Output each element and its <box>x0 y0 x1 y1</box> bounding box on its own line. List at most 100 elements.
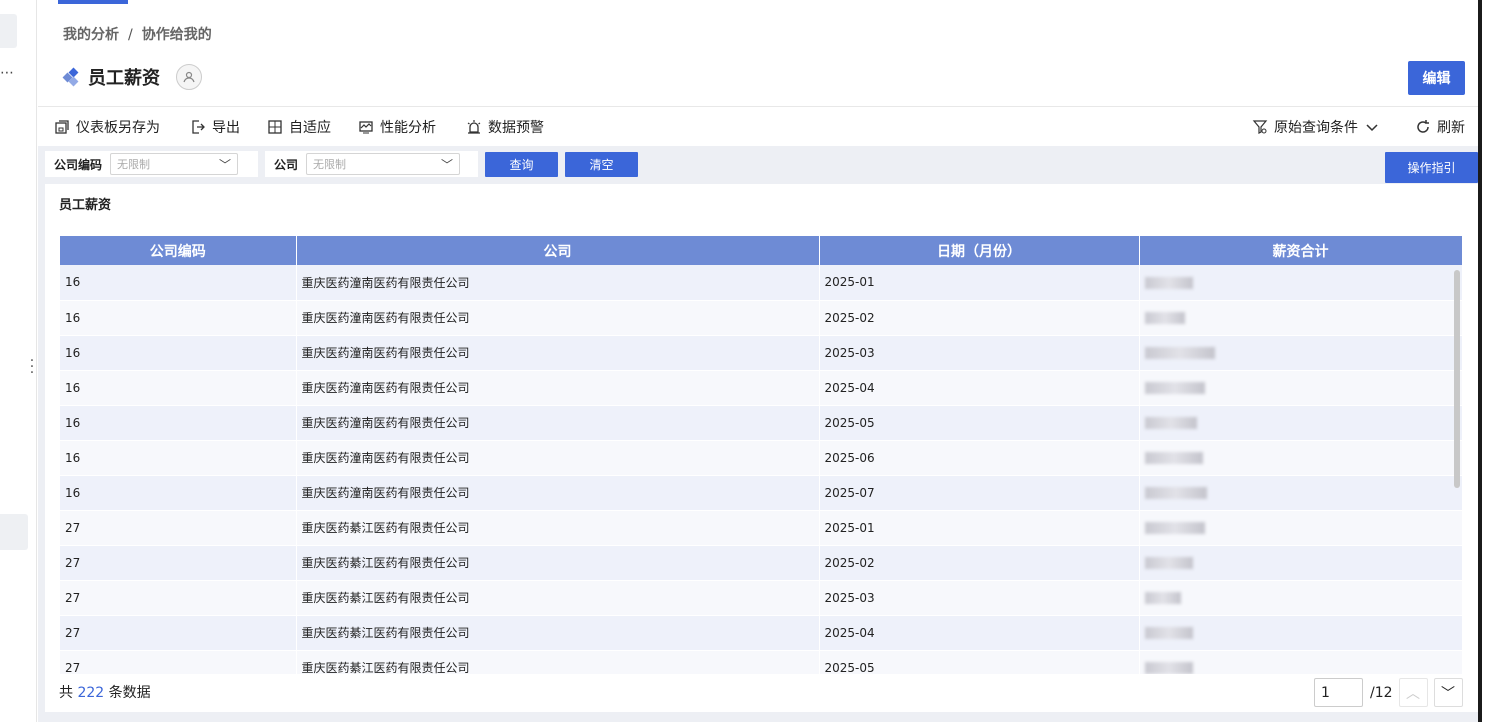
redacted-value <box>1144 592 1181 604</box>
salary-cell-redacted <box>1139 580 1462 616</box>
select-placeholder: 无限制 <box>117 158 151 171</box>
table-cell: 重庆医药潼南医药有限责任公司 <box>296 440 820 476</box>
column-header[interactable]: 薪资合计 <box>1139 236 1462 265</box>
chevron-down-icon: ﹀ <box>1441 685 1456 702</box>
table-cell: 27 <box>60 510 297 546</box>
page-total: /12 <box>1370 684 1393 701</box>
company-select[interactable]: 无限制 ﹀ <box>306 153 461 175</box>
guide-button[interactable]: 操作指引 <box>1385 152 1478 183</box>
query-conditions-label: 原始查询条件 <box>1274 120 1358 136</box>
table-row[interactable]: 27 重庆医药綦江医药有限责任公司 2025-03 <box>60 580 1462 616</box>
redacted-value <box>1144 452 1203 464</box>
count-prefix: 共 <box>59 685 73 701</box>
query-button[interactable]: 查询 <box>485 152 558 177</box>
table-header-row: 公司编码 公司 日期（月份） 薪资合计 <box>60 236 1462 265</box>
left-sidebar: ⋯ · · · <box>0 0 37 722</box>
save-as-icon <box>54 119 70 135</box>
adaptive-icon <box>267 119 283 135</box>
alert-icon <box>466 119 482 135</box>
card-title: 员工薪资 <box>59 198 112 213</box>
table-cell: 重庆医药綦江医药有限责任公司 <box>296 510 820 546</box>
salary-cell-redacted <box>1139 370 1462 406</box>
breadcrumb-parent[interactable]: 我的分析 <box>63 27 119 43</box>
table-cell: 重庆医药綦江医药有限责任公司 <box>296 615 820 651</box>
table-cell: 27 <box>60 650 297 674</box>
edit-button[interactable]: 编辑 <box>1408 61 1465 95</box>
table-row[interactable]: 16 重庆医药潼南医药有限责任公司 2025-03 <box>60 335 1462 371</box>
table-scrollbar[interactable] <box>1454 270 1460 488</box>
chevron-down-icon: ﹀ <box>219 157 232 172</box>
table-row[interactable]: 27 重庆医药綦江医药有限责任公司 2025-05 <box>60 650 1462 674</box>
table-cell: 16 <box>60 370 297 406</box>
page-input[interactable]: 1 <box>1314 678 1363 707</box>
performance-button[interactable]: 性能分析 <box>358 117 436 137</box>
table-cell: 16 <box>60 405 297 441</box>
column-header[interactable]: 日期（月份） <box>819 236 1140 265</box>
refresh-icon <box>1415 119 1431 135</box>
filter-label: 公司 <box>274 157 299 172</box>
table-cell: 重庆医药潼南医药有限责任公司 <box>296 405 820 441</box>
redacted-value <box>1144 557 1193 569</box>
redacted-value <box>1144 347 1215 359</box>
table-row[interactable]: 27 重庆医药綦江医药有限责任公司 2025-04 <box>60 615 1462 651</box>
active-tab-indicator <box>58 0 128 4</box>
alert-label: 数据预警 <box>488 120 544 136</box>
salary-cell-redacted <box>1139 615 1462 651</box>
sidebar-item[interactable] <box>0 14 17 48</box>
filter-icon <box>1252 119 1268 135</box>
table-cell: 2025-02 <box>819 300 1140 336</box>
pagination: 1 /12 ︿ ﹀ <box>1314 678 1463 707</box>
alert-button[interactable]: 数据预警 <box>466 117 544 137</box>
salary-cell-redacted <box>1139 510 1462 546</box>
share-icon[interactable] <box>176 64 202 90</box>
table-row[interactable]: 16 重庆医药潼南医药有限责任公司 2025-07 <box>60 475 1462 511</box>
column-header[interactable]: 公司 <box>296 236 820 265</box>
table-row[interactable]: 16 重庆医药潼南医药有限责任公司 2025-06 <box>60 440 1462 476</box>
redacted-value <box>1144 276 1193 289</box>
table-cell: 2025-01 <box>819 510 1140 546</box>
select-placeholder: 无限制 <box>313 158 347 171</box>
company-code-select[interactable]: 无限制 ﹀ <box>110 153 239 175</box>
table-row[interactable]: 27 重庆医药綦江医药有限责任公司 2025-02 <box>60 545 1462 581</box>
query-conditions-dropdown[interactable]: 原始查询条件 <box>1252 117 1380 137</box>
breadcrumb: 我的分析 / 协作给我的 <box>63 24 212 44</box>
export-button[interactable]: 导出 <box>190 117 240 137</box>
next-page-button[interactable]: ﹀ <box>1433 678 1463 707</box>
column-header[interactable]: 公司编码 <box>60 236 297 265</box>
sidebar-item[interactable] <box>0 514 28 550</box>
breadcrumb-current[interactable]: 协作给我的 <box>142 27 212 43</box>
salary-cell-redacted <box>1139 335 1462 371</box>
record-count: 共 222 条数据 <box>59 682 151 702</box>
table-row[interactable]: 16 重庆医药潼南医药有限责任公司 2025-01 <box>60 265 1462 301</box>
chevron-down-icon <box>1364 119 1380 135</box>
table-cell: 2025-07 <box>819 475 1140 511</box>
redacted-value <box>1144 417 1197 429</box>
adaptive-button[interactable]: 自适应 <box>267 117 331 137</box>
table-cell: 2025-06 <box>819 440 1140 476</box>
table-cell: 重庆医药潼南医药有限责任公司 <box>296 335 820 371</box>
count-number: 222 <box>77 685 105 701</box>
table-row[interactable]: 16 重庆医药潼南医药有限责任公司 2025-02 <box>60 300 1462 336</box>
table-cell: 重庆医药綦江医药有限责任公司 <box>296 545 820 581</box>
window-edge <box>1478 0 1482 722</box>
table-cell: 2025-01 <box>819 265 1140 301</box>
clear-button[interactable]: 清空 <box>565 152 638 177</box>
redacted-value <box>1144 627 1193 639</box>
table-row[interactable]: 16 重庆医药潼南医药有限责任公司 2025-05 <box>60 405 1462 441</box>
more-icon[interactable]: ⋯ <box>0 64 14 82</box>
export-icon <box>190 119 206 135</box>
table-cell: 27 <box>60 545 297 581</box>
table-row[interactable]: 16 重庆医药潼南医药有限责任公司 2025-04 <box>60 370 1462 406</box>
table-cell: 重庆医药潼南医药有限责任公司 <box>296 300 820 336</box>
refresh-button[interactable]: 刷新 <box>1415 117 1465 137</box>
salary-cell-redacted <box>1139 300 1462 336</box>
table-row[interactable]: 27 重庆医药綦江医药有限责任公司 2025-01 <box>60 510 1462 546</box>
salary-cell-redacted <box>1139 650 1462 674</box>
salary-cell-redacted <box>1139 440 1462 476</box>
resize-handle[interactable]: · · · <box>29 354 35 380</box>
table-cell: 重庆医药綦江医药有限责任公司 <box>296 580 820 616</box>
table-card: 员工薪资 公司编码 公司 日期（月份） 薪资合计 16 重庆医药潼南医药有限责任公… <box>45 184 1478 712</box>
save-as-button[interactable]: 仪表板另存为 <box>54 117 160 137</box>
salary-cell-redacted <box>1139 405 1462 441</box>
prev-page-button[interactable]: ︿ <box>1398 678 1428 707</box>
